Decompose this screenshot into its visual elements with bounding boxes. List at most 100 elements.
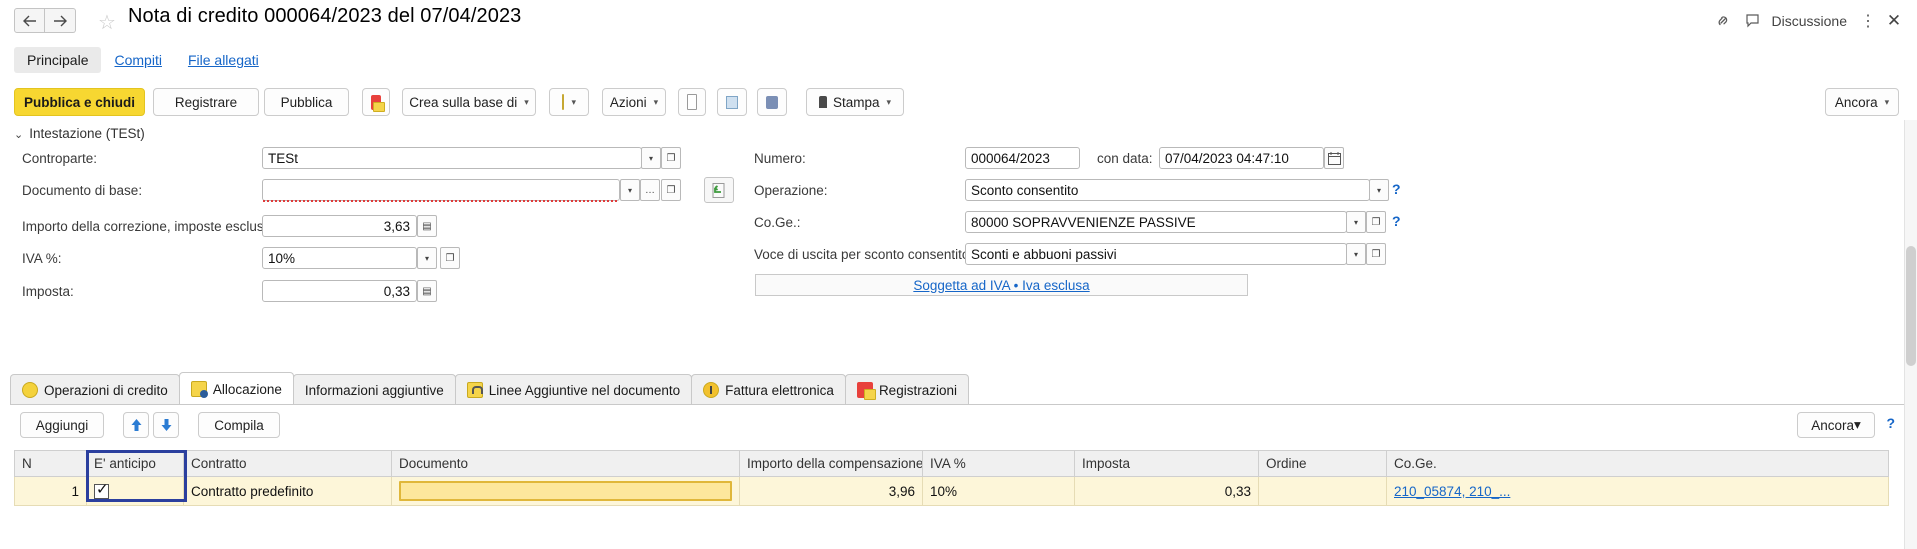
cell-order[interactable] (1258, 476, 1387, 506)
chevron-down-icon: ▾ (653, 96, 659, 107)
counterparty-open-button[interactable]: ❐ (661, 147, 681, 169)
publish-and-close-button[interactable]: Pubblica e chiudi (14, 88, 145, 116)
column-header-coge[interactable]: Co.Ge. (1386, 450, 1889, 477)
vat-percent-dropdown-button[interactable]: ▾ (417, 247, 437, 269)
operation-label: Operazione: (754, 183, 828, 198)
base-document-field[interactable] (262, 179, 620, 202)
back-button[interactable] (14, 8, 45, 33)
tab-file-allegati[interactable]: File allegati (175, 47, 272, 73)
vat-percent-open-button[interactable]: ❐ (440, 247, 460, 269)
coge-link[interactable]: 210_05874, 210_... (1394, 484, 1510, 499)
register-button[interactable]: Registrare (153, 88, 259, 116)
tab-informazioni-aggiuntive[interactable]: Informazioni aggiuntive (292, 374, 456, 405)
column-header-order[interactable]: Ordine (1258, 450, 1387, 477)
base-document-open-button[interactable]: ❐ (661, 179, 681, 201)
cell-document[interactable] (391, 476, 740, 506)
header-section-toggle[interactable]: ⌄ Intestazione (TESt) (14, 126, 145, 141)
grid-more-button[interactable]: Ancora ▾ (1797, 412, 1875, 438)
operation-help-icon[interactable]: ? (1392, 181, 1401, 197)
red-list-button[interactable] (362, 88, 390, 116)
move-down-button[interactable] (153, 412, 179, 438)
move-up-button[interactable] (123, 412, 149, 438)
column-header-contract[interactable]: Contratto (183, 450, 392, 477)
date-field[interactable]: 07/04/2023 04:47:10 (1159, 147, 1324, 169)
cubes-button[interactable] (757, 88, 787, 116)
tab-linee-aggiuntive[interactable]: Linee Aggiuntive nel documento (454, 374, 693, 405)
cell-coge[interactable]: 210_05874, 210_... (1386, 476, 1889, 506)
coge-open-button[interactable]: ❐ (1366, 211, 1386, 233)
fill-button[interactable]: Compila (198, 412, 280, 438)
vat-percent-field[interactable]: 10% (262, 247, 417, 269)
vertical-scrollbar[interactable] (1904, 120, 1917, 549)
restore-green-button[interactable] (704, 177, 734, 203)
tab-operazioni-di-credito[interactable]: Operazioni di credito (10, 374, 180, 405)
tab-allocazione[interactable]: Allocazione (178, 372, 294, 405)
cell-vat-percent[interactable]: 10% (922, 476, 1075, 506)
discussion-label[interactable]: Discussione (1768, 13, 1855, 29)
base-document-ellipsis-button[interactable]: … (640, 179, 660, 201)
publish-button[interactable]: Pubblica (264, 88, 349, 116)
tab-registrazioni[interactable]: Registrazioni (844, 374, 969, 405)
column-header-n[interactable]: N (14, 450, 87, 477)
table-header-row: N E' anticipo Contratto Documento Import… (14, 450, 1889, 477)
column-header-vat-percent[interactable]: IVA % (922, 450, 1075, 477)
create-based-on-button[interactable]: Crea sulla base di ▾ (402, 88, 536, 116)
counterparty-label: Controparte: (22, 151, 98, 166)
expense-item-field[interactable]: Sconti e abbuoni passivi (965, 243, 1347, 265)
navigation-buttons (14, 8, 76, 33)
forward-button[interactable] (45, 8, 76, 33)
counterparty-dropdown-button[interactable]: ▾ (641, 147, 661, 169)
toolbar-more-label: Ancora (1834, 94, 1878, 110)
kebab-menu-icon[interactable]: ⋮ (1855, 11, 1881, 31)
create-document-button[interactable]: ▾ (549, 88, 589, 116)
page-tabs: Principale Compiti File allegati (14, 45, 272, 75)
counterparty-field[interactable]: TESt (262, 147, 642, 169)
table-row[interactable]: 1 Contratto predefinito 3,96 10% 0,33 21… (14, 476, 1889, 506)
column-header-is-advance[interactable]: E' anticipo (86, 450, 184, 477)
vat-status-link[interactable]: Soggetta ad IVA • Iva esclusa (913, 278, 1089, 293)
favorite-star-icon[interactable]: ☆ (98, 10, 116, 35)
coge-dropdown-button[interactable]: ▾ (1346, 211, 1366, 233)
table-button[interactable] (717, 88, 747, 116)
column-header-tax[interactable]: Imposta (1074, 450, 1259, 477)
cell-compensation-amount[interactable]: 3,96 (739, 476, 923, 506)
tax-calculator-button[interactable]: ▤ (417, 280, 437, 302)
document-input-highlight[interactable] (399, 481, 732, 501)
cell-n[interactable]: 1 (14, 476, 87, 506)
number-field[interactable]: 000064/2023 (965, 147, 1080, 169)
cell-contract[interactable]: Contratto predefinito (183, 476, 392, 506)
tab-compiti[interactable]: Compiti (101, 47, 174, 73)
coge-field[interactable]: 80000 SOPRAVVENIENZE PASSIVE (965, 211, 1347, 233)
speech-bubble-icon[interactable] (1738, 8, 1768, 34)
scrollbar-thumb[interactable] (1906, 246, 1916, 366)
report-button[interactable] (678, 88, 706, 116)
close-icon[interactable]: ✕ (1881, 11, 1907, 31)
vat-percent-label: IVA %: (22, 251, 62, 266)
link-icon[interactable] (1708, 8, 1738, 34)
tab-fattura-elettronica[interactable]: Fattura elettronica (691, 374, 846, 405)
column-header-document[interactable]: Documento (391, 450, 740, 477)
print-button[interactable]: Stampa ▾ (806, 88, 904, 116)
chevron-down-icon: ▾ (886, 96, 891, 107)
tab-principale[interactable]: Principale (14, 47, 102, 73)
column-header-compensation-amount[interactable]: Importo della compensazione (739, 450, 923, 477)
expense-item-open-button[interactable]: ❐ (1366, 243, 1386, 265)
calendar-button[interactable] (1324, 147, 1344, 169)
correction-amount-calculator-button[interactable]: ▤ (417, 215, 437, 237)
operation-field[interactable]: Sconto consentito (965, 179, 1370, 201)
is-advance-checkbox[interactable] (94, 480, 109, 499)
grid-help-icon[interactable]: ? (1886, 415, 1895, 431)
tax-field[interactable]: 0,33 (262, 280, 417, 302)
expense-item-dropdown-button[interactable]: ▾ (1346, 243, 1366, 265)
coge-help-icon[interactable]: ? (1392, 213, 1401, 229)
cell-tax[interactable]: 0,33 (1074, 476, 1259, 506)
cell-is-advance[interactable] (86, 476, 184, 506)
tax-label: Imposta: (22, 284, 74, 299)
correction-amount-field[interactable]: 3,63 (262, 215, 417, 237)
base-document-dropdown-button[interactable]: ▾ (620, 179, 640, 201)
add-row-button[interactable]: Aggiungi (20, 412, 104, 438)
actions-button[interactable]: Azioni ▾ (602, 88, 666, 116)
create-based-on-label: Crea sulla base di (409, 94, 518, 110)
operation-dropdown-button[interactable]: ▾ (1369, 179, 1389, 201)
toolbar-more-button[interactable]: Ancora ▾ (1825, 88, 1899, 116)
